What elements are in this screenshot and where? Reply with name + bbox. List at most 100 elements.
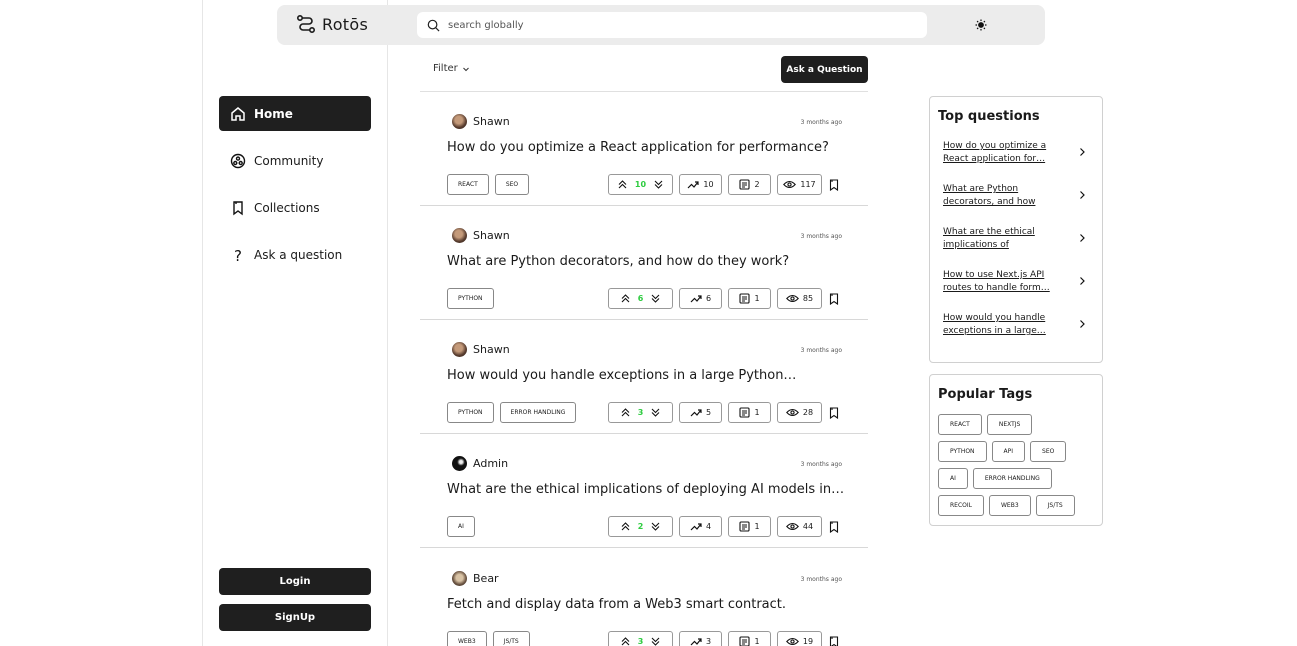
question-tag[interactable]: AI <box>447 516 475 537</box>
popular-tags-title: Popular Tags <box>938 387 1033 402</box>
vote-control: 3 <box>608 631 673 646</box>
eye-icon <box>785 294 799 303</box>
question-tag[interactable]: PYTHON <box>447 402 494 423</box>
popular-tag[interactable]: SEO <box>1030 441 1067 462</box>
avatar <box>452 571 467 586</box>
question-title[interactable]: How do you optimize a React application … <box>447 140 829 155</box>
question-author[interactable]: Shawn <box>452 114 510 129</box>
answers-stat: 1 <box>728 288 771 309</box>
popular-tag[interactable]: ERROR HANDLING <box>972 468 1052 489</box>
sidebar-item-community[interactable]: Community <box>219 143 371 178</box>
question-tags: REACT SEO <box>447 174 530 195</box>
trending-count: 4 <box>705 522 712 531</box>
downvote-icon[interactable] <box>651 294 660 303</box>
popular-tags-panel: Popular Tags REACT NEXTJS PYTHON API SEO AI ER… <box>929 374 1103 526</box>
app-logo[interactable]: Rotōs <box>296 14 368 34</box>
sidebar-item-ask-question[interactable]: ? Ask a question <box>219 237 371 272</box>
theme-toggle-button[interactable] <box>973 17 989 33</box>
downvote-icon[interactable] <box>651 637 660 646</box>
downvote-icon[interactable] <box>654 180 663 189</box>
top-question-item[interactable]: What are Python decorators, and how do… <box>930 183 1102 226</box>
question-stats: 3 3 1 19 <box>608 631 840 646</box>
layout-divider-left <box>202 0 203 646</box>
question-title[interactable]: What are the ethical implications of dep… <box>447 482 844 497</box>
question-timestamp: 3 months ago <box>800 233 842 240</box>
question-tag[interactable]: SEO <box>494 174 530 195</box>
chevron-right-icon <box>1080 277 1085 285</box>
trending-up-icon <box>690 523 702 531</box>
sidebar-item-label: Community <box>254 153 324 168</box>
popular-tag[interactable]: AI <box>938 468 968 489</box>
popular-tag[interactable]: NEXTJS <box>986 414 1033 435</box>
upvote-icon[interactable] <box>618 180 627 189</box>
bookmark-button[interactable] <box>828 520 840 534</box>
bookmark-button[interactable] <box>828 406 840 420</box>
question-stats: 10 10 2 117 <box>608 174 840 195</box>
question-title[interactable]: How would you handle exceptions in a lar… <box>447 368 796 383</box>
top-question-link[interactable]: What are Python decorators, and how do… <box>943 183 1053 209</box>
question-tag[interactable]: REACT <box>447 174 489 195</box>
signup-button[interactable]: SignUp <box>219 604 371 631</box>
views-stat: 85 <box>777 288 822 309</box>
question-tags: PYTHON <box>447 288 494 309</box>
top-question-item[interactable]: What are the ethical implications of dep… <box>930 226 1102 269</box>
trending-up-icon <box>690 295 702 303</box>
popular-tag[interactable]: JS/TS <box>1035 495 1075 516</box>
question-author[interactable]: Bear <box>452 571 499 586</box>
question-author[interactable]: Admin <box>452 456 508 471</box>
question-author[interactable]: Shawn <box>452 228 510 243</box>
answers-icon <box>739 293 751 304</box>
filter-dropdown[interactable]: Filter <box>433 63 470 74</box>
popular-tag[interactable]: REACT <box>938 414 982 435</box>
question-title[interactable]: What are Python decorators, and how do t… <box>447 254 789 269</box>
downvote-icon[interactable] <box>651 522 660 531</box>
answers-count: 1 <box>754 637 760 646</box>
top-question-link[interactable]: How do you optimize a React application … <box>943 140 1053 166</box>
avatar <box>452 228 467 243</box>
bookmark-button[interactable] <box>828 635 840 646</box>
global-search[interactable] <box>417 12 927 38</box>
top-question-item[interactable]: How would you handle exceptions in a lar… <box>930 312 1102 355</box>
trending-count: 6 <box>705 294 712 303</box>
login-button[interactable]: Login <box>219 568 371 595</box>
question-tag[interactable]: ERROR HANDLING <box>499 402 577 423</box>
upvote-icon[interactable] <box>621 522 630 531</box>
views-count: 85 <box>802 294 814 303</box>
downvote-icon[interactable] <box>651 408 660 417</box>
upvote-icon[interactable] <box>621 637 630 646</box>
answers-icon <box>739 179 751 190</box>
sidebar-item-collections[interactable]: Collections <box>219 190 371 225</box>
top-question-item[interactable]: How to use Next.js API routes to handle … <box>930 269 1102 312</box>
upvote-icon[interactable] <box>621 294 630 303</box>
question-tag[interactable]: WEB3 <box>447 631 487 646</box>
top-question-link[interactable]: How would you handle exceptions in a lar… <box>943 312 1053 338</box>
chevron-right-icon <box>1080 148 1085 156</box>
vote-count: 3 <box>637 637 644 646</box>
upvote-icon[interactable] <box>621 408 630 417</box>
question-tag[interactable]: JS/TS <box>492 631 530 646</box>
eye-icon <box>783 180 797 189</box>
popular-tag[interactable]: PYTHON <box>938 441 987 462</box>
trending-count: 10 <box>703 180 714 189</box>
eye-icon <box>785 637 799 646</box>
question-title[interactable]: Fetch and display data from a Web3 smart… <box>447 597 786 612</box>
bookmark-button[interactable] <box>828 178 840 192</box>
logo-route-icon <box>296 14 316 34</box>
bookmark-button[interactable] <box>828 292 840 306</box>
question-tag[interactable]: PYTHON <box>447 288 494 309</box>
search-input[interactable] <box>448 19 888 31</box>
top-question-link[interactable]: How to use Next.js API routes to handle … <box>943 269 1053 295</box>
question-author[interactable]: Shawn <box>452 342 510 357</box>
popular-tag[interactable]: API <box>991 441 1026 462</box>
top-question-item[interactable]: How do you optimize a React application … <box>930 140 1102 183</box>
sidebar-item-home[interactable]: Home <box>219 96 371 131</box>
question-card: Shawn 3 months ago How would you handle … <box>420 320 868 434</box>
top-question-link[interactable]: What are the ethical implications of dep… <box>943 226 1053 252</box>
chevron-right-icon <box>1080 320 1085 328</box>
answers-count: 1 <box>754 522 760 531</box>
popular-tag[interactable]: RECOIL <box>938 495 984 516</box>
popular-tag[interactable]: WEB3 <box>988 495 1031 516</box>
author-name: Admin <box>473 457 509 470</box>
ask-question-button[interactable]: Ask a Question <box>781 56 868 83</box>
vote-count: 6 <box>637 294 644 303</box>
